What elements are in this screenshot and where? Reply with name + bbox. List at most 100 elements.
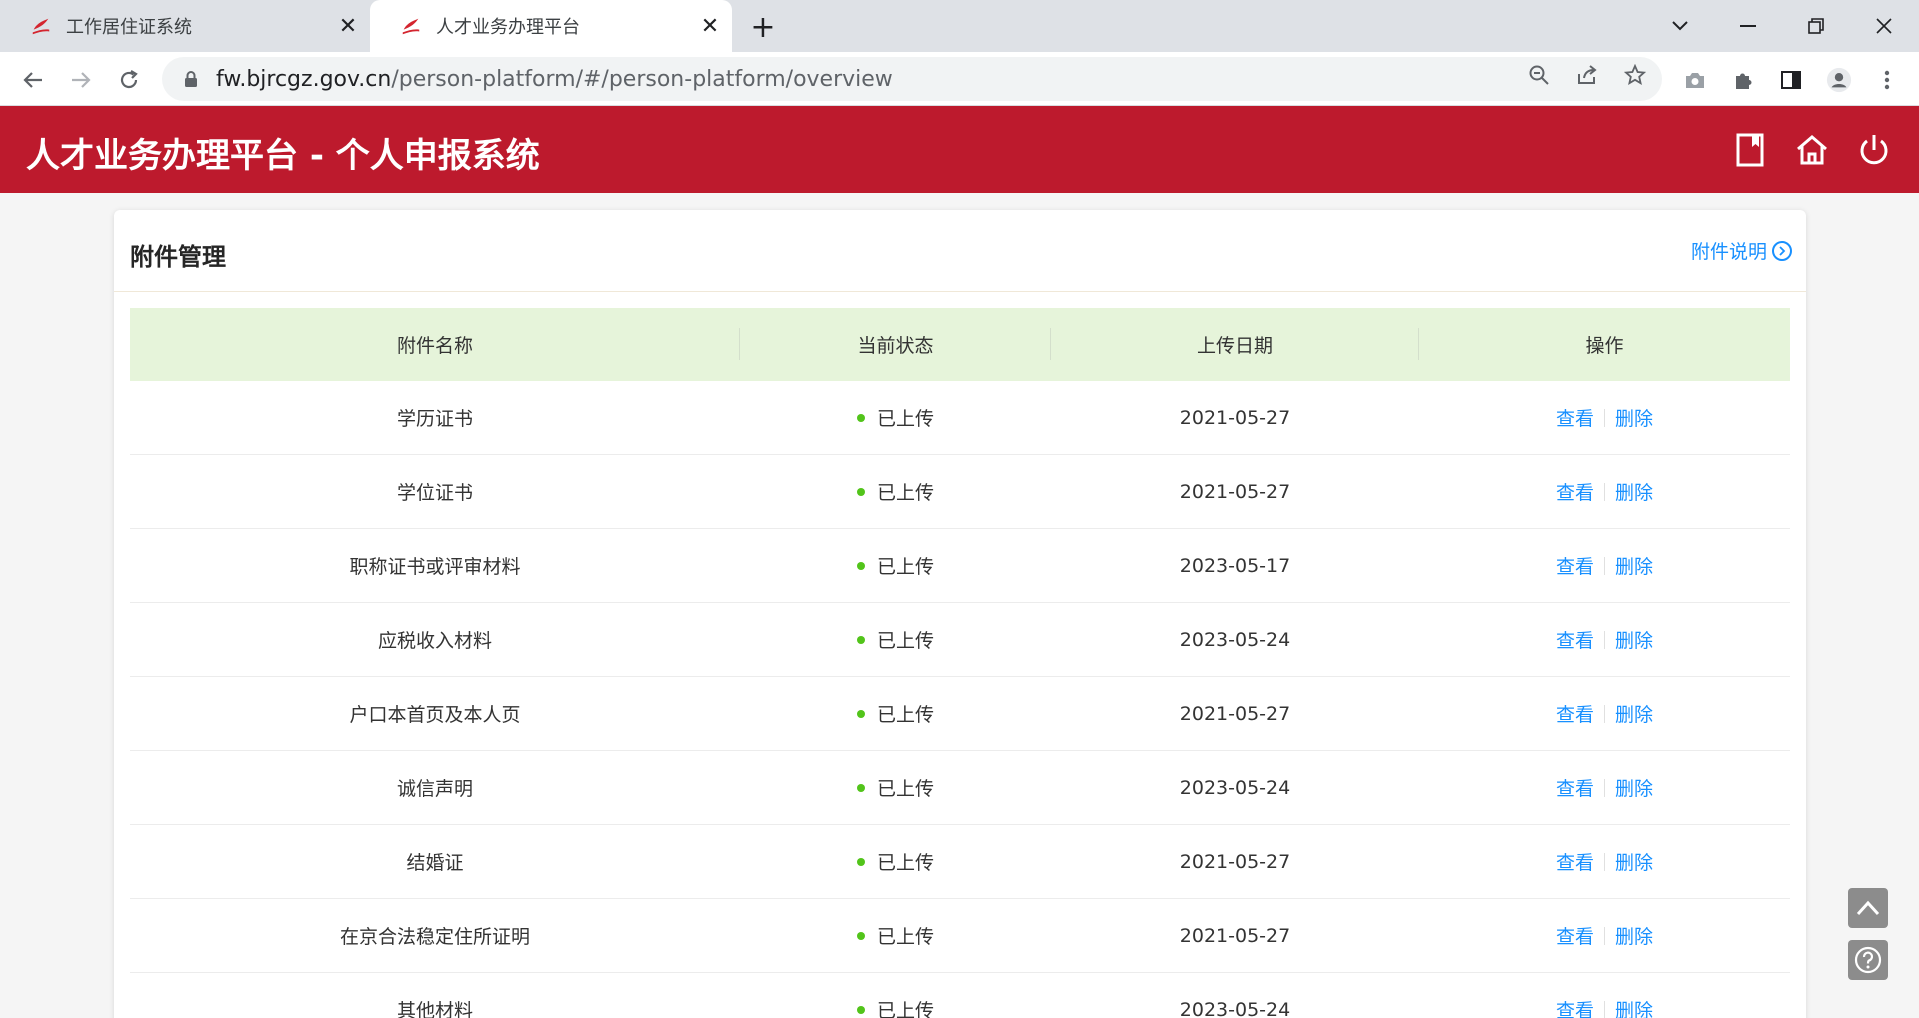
delete-link[interactable]: 删除 [1615,552,1653,579]
lock-icon [185,71,197,87]
table-row: 职称证书或评审材料 已上传 2023-05-17 查看 删除 [130,529,1790,603]
view-link[interactable]: 查看 [1556,848,1594,875]
status-dot-icon [856,857,865,866]
attachment-table: 附件名称 当前状态 上传日期 操作 学历证书 已上传 2021-05-27 查看 删除学… [130,308,1790,1018]
table-row: 在京合法稳定住所证明 已上传 2021-05-27 查看 删除 [130,899,1790,973]
attachment-name: 学位证书 [396,482,473,504]
attachment-name: 结婚证 [406,852,464,874]
card-title: 附件管理 [130,243,226,271]
attachment-help-link[interactable]: 附件说明 [1691,237,1792,264]
power-icon[interactable] [1854,130,1894,170]
delete-link[interactable]: 删除 [1615,774,1653,801]
browser-tab-bar: 工作居住证系统 ✕ 人才业务办理平台 ✕ + [0,0,1919,52]
attachment-name: 其他材料 [396,1000,473,1018]
profile-avatar-icon[interactable] [1826,67,1852,93]
actions-cell: 查看 删除 [1419,455,1790,528]
status-cell: 已上传 [740,973,1051,1018]
column-header-label: 上传日期 [1196,335,1273,357]
delete-link[interactable]: 删除 [1615,478,1653,505]
table-row: 诚信声明 已上传 2023-05-24 查看 删除 [130,751,1790,825]
page-title: 人才业务办理平台 - 个人申报系统 [26,136,540,176]
actions-cell: 查看 删除 [1419,381,1790,454]
actions-cell: 查看 删除 [1419,973,1790,1018]
upload-date: 2023-05-24 [1179,776,1291,799]
back-to-top-button[interactable] [1848,888,1888,928]
reload-icon[interactable] [112,63,146,97]
delete-link[interactable]: 删除 [1615,700,1653,727]
column-header-label: 当前状态 [857,335,934,357]
upload-date: 2023-05-24 [1179,628,1291,651]
delete-link[interactable]: 删除 [1615,922,1653,949]
restore-icon[interactable] [1796,8,1836,44]
view-link[interactable]: 查看 [1556,922,1594,949]
view-link[interactable]: 查看 [1556,700,1594,727]
table-row: 其他材料 已上传 2023-05-24 查看 删除 [130,973,1790,1018]
status-cell: 已上传 [740,529,1051,602]
delete-link[interactable]: 删除 [1615,848,1653,875]
column-header: 当前状态 [740,308,1051,381]
close-icon[interactable]: ✕ [334,12,362,40]
status-dot-icon [856,783,865,792]
upload-date: 2021-05-27 [1179,480,1291,503]
help-link-label: 附件说明 [1690,241,1767,263]
site-logo-icon [402,18,420,35]
actions-cell: 查看 删除 [1419,677,1790,750]
help-button[interactable] [1848,940,1888,980]
status-text: 已上传 [876,630,934,652]
delete-link[interactable]: 删除 [1615,996,1653,1018]
address-bar[interactable]: fw.bjrcgz.gov.cn/person-platform/#/perso… [162,57,1662,101]
table-row: 学位证书 已上传 2021-05-27 查看 删除 [130,455,1790,529]
table-row: 学历证书 已上传 2021-05-27 查看 删除 [130,381,1790,455]
status-text: 已上传 [876,1000,934,1018]
status-dot-icon [856,413,865,422]
share-icon[interactable] [1574,62,1600,88]
url-host: fw.bjrcgz.gov.cn [216,66,392,92]
attachment-card: 附件管理 附件说明 附件名称 当前状态 上传日期 操作 学历证书 已上传 2021-… [114,210,1806,1018]
home-icon[interactable] [1792,130,1832,170]
status-cell: 已上传 [740,899,1051,972]
window-close-icon[interactable] [1864,8,1904,44]
table-header: 附件名称 当前状态 上传日期 操作 [130,308,1790,381]
status-text: 已上传 [876,556,934,578]
status-text: 已上传 [876,926,934,948]
back-icon[interactable] [16,63,50,97]
view-link[interactable]: 查看 [1556,404,1594,431]
attachment-name: 职称证书或评审材料 [349,556,521,578]
attachment-name: 应税收入材料 [377,630,492,652]
view-link[interactable]: 查看 [1556,626,1594,653]
zoom-icon[interactable] [1526,62,1552,88]
attachment-name: 户口本首页及本人页 [349,704,521,726]
view-link[interactable]: 查看 [1556,774,1594,801]
status-cell: 已上传 [740,603,1051,676]
tab-search-icon[interactable] [1660,8,1700,44]
upload-date: 2021-05-27 [1179,406,1291,429]
attachment-name: 在京合法稳定住所证明 [339,926,530,948]
menu-more-icon[interactable] [1874,67,1900,93]
view-link[interactable]: 查看 [1556,478,1594,505]
browser-tab-2[interactable]: 人才业务办理平台 ✕ [370,0,732,52]
status-cell: 已上传 [740,825,1051,898]
close-icon[interactable]: ✕ [696,12,724,40]
new-tab-button[interactable]: + [746,10,780,45]
upload-date: 2021-05-27 [1179,850,1291,873]
status-cell: 已上传 [740,455,1051,528]
camera-icon[interactable] [1682,67,1708,93]
browser-tab-1[interactable]: 工作居住证系统 ✕ [0,0,370,52]
extensions-icon[interactable] [1730,67,1756,93]
status-text: 已上传 [876,408,934,430]
delete-link[interactable]: 删除 [1615,626,1653,653]
delete-link[interactable]: 删除 [1615,404,1653,431]
forward-icon[interactable] [64,63,98,97]
minimize-icon[interactable] [1728,8,1768,44]
table-body: 学历证书 已上传 2021-05-27 查看 删除 学位证书 已上传 2021-05-27 查看… [130,381,1790,1018]
table-row: 结婚证 已上传 2021-05-27 查看 删除 [130,825,1790,899]
side-panel-icon[interactable] [1778,67,1804,93]
table-row: 户口本首页及本人页 已上传 2021-05-27 查看 删除 [130,677,1790,751]
attachment-name: 诚信声明 [396,778,473,800]
book-icon[interactable] [1730,130,1770,170]
upload-date: 2021-05-27 [1179,702,1291,725]
bookmark-star-icon[interactable] [1622,62,1648,88]
view-link[interactable]: 查看 [1556,552,1594,579]
status-cell: 已上传 [740,381,1051,454]
view-link[interactable]: 查看 [1556,996,1594,1018]
